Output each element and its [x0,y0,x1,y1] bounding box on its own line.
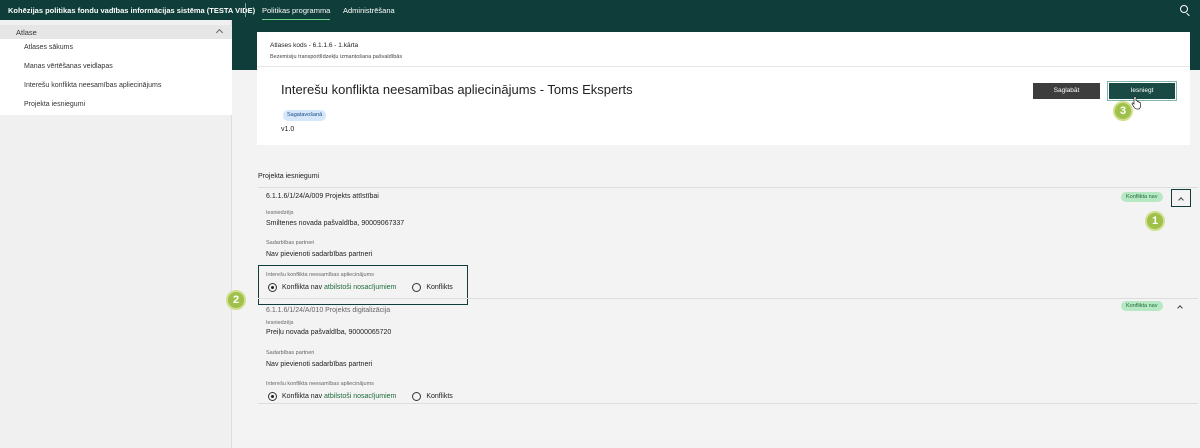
section-title: Projekta iesniegumi [258,173,320,180]
header-card: Atlases kods - 6.1.1.6 - 1.kārta Bezemis… [257,32,1190,145]
radio-no-conflict[interactable] [268,392,277,401]
partners-value: Nav pievienoti sadarbības partneri [266,361,373,368]
search-icon[interactable] [1180,5,1188,13]
radio-no-conflict[interactable] [268,283,277,292]
status-badge: Sagatavošanā [283,110,327,121]
hand-cursor-icon [1131,96,1141,110]
row-divider [258,403,1198,404]
radio-no-conflict-label: Konflikta nav [282,284,325,291]
collapse-button[interactable] [1171,298,1191,316]
chevron-up-icon [215,28,224,37]
applicant-value: Preiļu novada pašvaldība, 90000065720 [266,329,392,336]
partners-label: Sadarbības partneri [266,350,315,356]
sidebar-item-interesu-konflikta[interactable]: Interešu konflikta neesamības apliecināj… [0,77,232,96]
sidebar-section-header[interactable]: Atlase [0,25,232,39]
chevron-up-icon [1177,305,1183,311]
radio-conflict-label: Konflikts [426,284,453,291]
status-badge: Konflikta nav [1121,192,1163,202]
radio-conflict-label: Konflikts [426,393,453,400]
collapse-button[interactable] [1171,189,1191,207]
save-button[interactable]: Saglabāt [1033,83,1100,99]
declaration-options: Konflikta nav atbilstoši nosacījumiem Ko… [268,392,453,401]
declaration-label: Interešu konflikta neesamības apliecināj… [266,381,374,387]
applicant-value: Smiltenes novada pašvaldība, 90009067337 [266,220,405,227]
step-marker-3: 3 [1113,101,1133,121]
conditions-link[interactable]: atbilstoši nosacījumiem [324,393,396,400]
radio-conflict[interactable] [412,283,422,292]
chevron-up-icon [1178,197,1184,203]
topbar-divider [245,3,246,17]
sidebar-item-atlases-sakums[interactable]: Atlases sākums [0,39,232,58]
top-bar: Kohēzijas politikas fondu vadības inform… [0,0,1200,21]
declaration-label: Interešu konflikta neesamības apliecināj… [266,272,374,278]
submit-button[interactable]: Iesniegt [1107,81,1177,101]
step-marker-1: 1 [1145,211,1165,231]
row-divider [258,298,1198,299]
nav-administresana[interactable]: Administrēšana [343,6,395,15]
project-name: 6.1.1.6/1/24/A/010 Projekts digitalizāci… [266,307,391,314]
app-title: Kohēzijas politikas fondu vadības inform… [8,6,256,15]
sidebar-item-projekta-iesniegumi[interactable]: Projekta iesniegumi [0,96,232,115]
page-title: Interešu konflikta neesamības apliecināj… [281,82,633,97]
partners-value: Nav pievienoti sadarbības partneri [266,251,373,258]
header-divider [257,66,1190,67]
sidebar: Atlase Atlases sākums Manas vērtēšanas v… [0,20,232,448]
version-label: v1.0 [281,126,295,133]
row-divider [258,187,1198,188]
applicant-label: Iesniedzējs [266,320,294,326]
step-marker-2: 2 [226,290,246,310]
conditions-link[interactable]: atbilstoši nosacījumiem [324,284,396,291]
radio-conflict[interactable] [412,392,422,401]
nav-politikas-programma[interactable]: Politikas programma [262,6,331,21]
selection-subtitle: Bezemisiju transportlīdzekļu izmantošana… [270,54,403,60]
sidebar-list: Atlases sākums Manas vērtēšanas veidlapa… [0,39,232,115]
applicant-label: Iesniedzējs [266,210,294,216]
sidebar-section-label: Atlase [16,28,37,37]
selection-code: Atlases kods - 6.1.1.6 - 1.kārta [270,42,359,49]
declaration-options: Konflikta nav atbilstoši nosacījumiem Ko… [268,283,453,292]
radio-no-conflict-label: Konflikta nav [282,393,325,400]
project-name: 6.1.1.6/1/24/A/009 Projekts attīstībai [266,193,379,200]
partners-label: Sadarbības partneri [266,240,315,246]
sidebar-item-vertesanas-veidlapas[interactable]: Manas vērtēšanas veidlapas [0,58,232,77]
status-badge: Konflikta nav [1121,301,1163,311]
